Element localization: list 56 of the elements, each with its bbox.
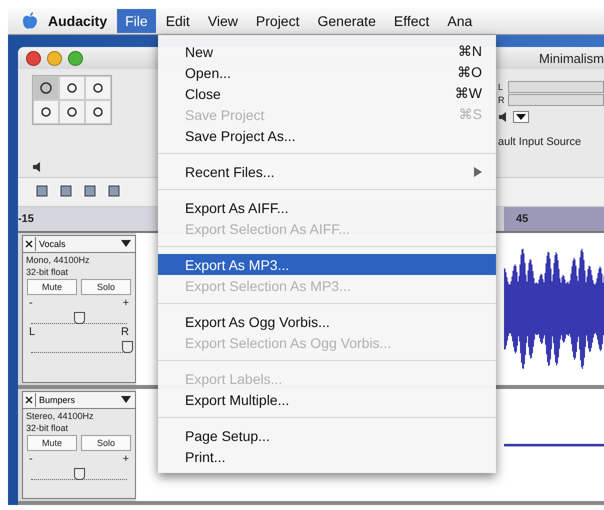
- mute-button[interactable]: Mute: [27, 434, 77, 451]
- menu-item[interactable]: New ⌘N: [158, 41, 496, 62]
- menu-item[interactable]: Export As MP3...: [158, 254, 496, 275]
- dropdown-icon[interactable]: [121, 396, 131, 404]
- close-icon[interactable]: [25, 240, 33, 248]
- solo-button[interactable]: Solo: [81, 434, 131, 451]
- menu-item[interactable]: Page Setup...: [158, 425, 496, 446]
- close-icon[interactable]: [25, 396, 33, 404]
- menu-title[interactable]: Effect: [386, 9, 438, 33]
- menu-title[interactable]: Project: [248, 9, 308, 33]
- track-format: Mono, 44100Hz: [25, 255, 91, 265]
- zoom-icon[interactable]: [68, 50, 83, 66]
- gain-min-label: -: [29, 452, 33, 465]
- track-format: Stereo, 44100Hz: [25, 410, 95, 421]
- menu-item[interactable]: Open... ⌘O: [158, 62, 496, 83]
- menu-item[interactable]: Export As AIFF...: [158, 197, 496, 218]
- meter-label: R: [498, 95, 505, 106]
- slider-thumb[interactable]: [74, 312, 85, 324]
- tool-icon[interactable]: [65, 105, 79, 120]
- menu-title[interactable]: View: [200, 9, 246, 33]
- window-title: Minimalism: [539, 50, 604, 66]
- tool-icon[interactable]: [91, 81, 105, 96]
- gain-max-label: +: [122, 297, 129, 309]
- solo-button[interactable]: Solo: [81, 279, 131, 295]
- dropdown-icon[interactable]: [513, 111, 529, 124]
- sample-format: 32-bit float: [25, 422, 70, 433]
- menu-title[interactable]: Generate: [309, 9, 384, 33]
- tool-icon[interactable]: [65, 81, 79, 96]
- menu-title[interactable]: Audacity: [40, 9, 116, 33]
- menu-item[interactable]: Export Multiple...: [158, 389, 496, 410]
- tool-icon[interactable]: [39, 105, 53, 120]
- gain-min-label: -: [29, 297, 33, 309]
- ruler-tick: 45: [515, 212, 528, 225]
- menu-title[interactable]: Ana: [439, 9, 480, 33]
- menu-title[interactable]: Edit: [158, 9, 198, 33]
- slider-thumb[interactable]: [74, 468, 85, 480]
- tool-icon[interactable]: [91, 105, 105, 120]
- menu-title[interactable]: File: [117, 9, 156, 33]
- mute-button[interactable]: Mute: [27, 279, 77, 295]
- sample-format: 32-bit float: [25, 267, 70, 277]
- apple-icon[interactable]: [22, 12, 38, 30]
- ruler-tick: -15: [18, 212, 34, 225]
- menu-item[interactable]: Save Project As...: [158, 125, 496, 146]
- input-source-label: ault Input Source: [498, 136, 582, 148]
- menu-item[interactable]: Print...: [158, 446, 496, 467]
- gain-max-label: +: [122, 452, 129, 465]
- minimize-icon[interactable]: [47, 50, 62, 66]
- menu-item[interactable]: Recent Files...: [158, 161, 496, 182]
- meter-label: L: [498, 82, 504, 92]
- slider-thumb[interactable]: [122, 341, 133, 353]
- dropdown-icon[interactable]: [121, 240, 131, 248]
- menu-item[interactable]: Close ⌘W: [158, 83, 496, 104]
- menu-item[interactable]: Export As Ogg Vorbis...: [158, 311, 496, 332]
- pan-left-label: L: [29, 326, 36, 338]
- pan-right-label: R: [121, 326, 129, 338]
- tool-icon[interactable]: [39, 81, 53, 96]
